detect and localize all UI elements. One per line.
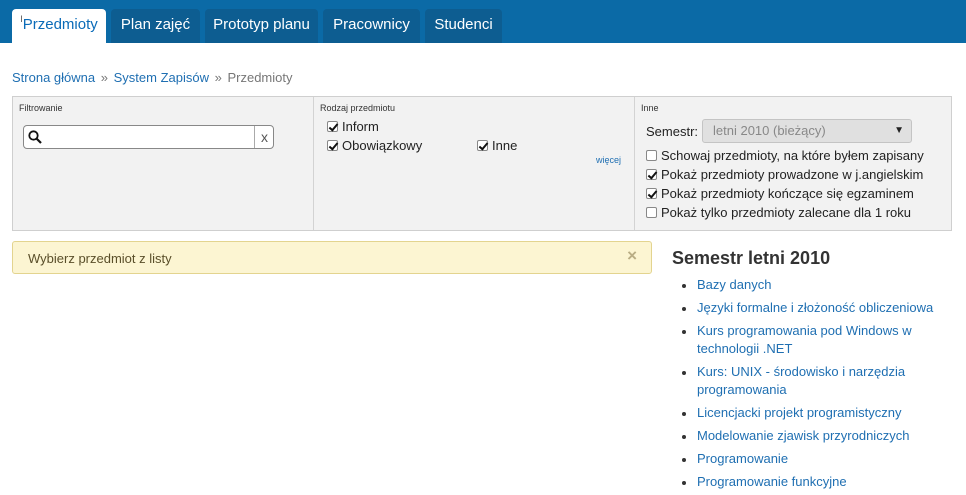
tab-przedmioty[interactable]: IPrzedmioty <box>12 9 106 43</box>
option-hide-enrolled[interactable]: Schowaj przedmioty, na które byłem zapis… <box>646 148 924 163</box>
breadcrumb-current: Przedmioty <box>227 70 293 85</box>
semester-select-value: letni 2010 (bieżący) <box>713 123 826 138</box>
course-link[interactable]: Bazy danych <box>697 277 771 292</box>
course-link[interactable]: Kurs: UNIX - środowisko i narzędzia prog… <box>697 364 905 397</box>
checkbox[interactable] <box>646 207 657 218</box>
section-title: Filtrowanie <box>19 103 63 113</box>
list-item: Programowanie funkcyjne <box>680 473 950 491</box>
tab-pracownicy[interactable]: Pracownicy <box>323 9 420 43</box>
type-option-inne[interactable]: Inne <box>477 138 517 153</box>
checkbox[interactable] <box>646 188 657 199</box>
course-list: Bazy danych Języki formalne i złożoność … <box>680 276 950 495</box>
filter-panel: Filtrowanie x Rodzaj przedmiotu Inform O… <box>12 96 952 231</box>
checkbox[interactable] <box>477 140 488 151</box>
tab-label: Pracownicy <box>333 16 410 33</box>
option-label: Pokaż tylko przedmioty zalecane dla 1 ro… <box>661 205 912 220</box>
list-item: Języki formalne i złożoność obliczeniowa <box>680 299 950 317</box>
course-link[interactable]: Programowanie funkcyjne <box>697 474 847 489</box>
breadcrumb-separator: » <box>100 70 108 85</box>
course-link[interactable]: Licencjacki projekt programistyczny <box>697 405 901 420</box>
option-exam[interactable]: Pokaż przedmioty kończące się egzaminem <box>646 186 914 201</box>
breadcrumb: Strona główna » System Zapisów » Przedmi… <box>12 70 293 85</box>
list-item: Kurs programowania pod Windows w technol… <box>680 322 950 358</box>
search-box: x <box>23 125 274 149</box>
tab-label: Studenci <box>434 16 493 33</box>
list-item: Kurs: UNIX - środowisko i narzędzia prog… <box>680 363 950 399</box>
section-title: Rodzaj przedmiotu <box>320 103 396 113</box>
list-item: Programowanie <box>680 450 950 468</box>
breadcrumb-separator: » <box>214 70 222 85</box>
tab-label: Prototyp planu <box>213 16 310 33</box>
semester-label: Semestr: <box>646 124 699 139</box>
tab-label: Plan zajęć <box>120 16 191 33</box>
alert-message: Wybierz przedmiot z listy <box>28 251 172 266</box>
checkbox[interactable] <box>646 169 657 180</box>
checkbox[interactable] <box>327 121 338 132</box>
option-label: Pokaż przedmioty prowadzone w j.angielsk… <box>661 167 924 182</box>
semester-select[interactable]: letni 2010 (bieżący) ▼ <box>702 119 912 143</box>
type-option-inform[interactable]: Inform <box>327 119 379 134</box>
option-label: Inne <box>492 138 518 153</box>
breadcrumb-system-link[interactable]: System Zapisów <box>114 70 209 85</box>
filter-other-section: Inne Semestr: letni 2010 (bieżący) ▼ Sch… <box>635 97 951 230</box>
course-link[interactable]: Modelowanie zjawisk przyrodniczych <box>697 428 909 443</box>
tab-label: Przedmioty <box>22 16 98 33</box>
filter-search-section: Filtrowanie x <box>13 97 314 230</box>
section-title: Inne <box>641 103 659 113</box>
type-option-obowiazkowy[interactable]: Obowiązkowy <box>327 138 422 153</box>
course-link[interactable]: Kurs programowania pod Windows w technol… <box>697 323 912 356</box>
semester-title: Semestr letni 2010 <box>672 248 831 268</box>
filter-type-section: Rodzaj przedmiotu Inform Obowiązkowy Inn… <box>314 97 635 230</box>
tab-plan-zajec[interactable]: Plan zajęć <box>111 9 200 43</box>
clear-search-button[interactable]: x <box>254 126 274 148</box>
more-link[interactable]: więcej <box>596 155 621 165</box>
option-label: Pokaż przedmioty kończące się egzaminem <box>661 186 914 201</box>
info-alert: Wybierz przedmiot z listy × <box>12 241 652 274</box>
chevron-down-icon: ▼ <box>894 125 904 136</box>
checkbox[interactable] <box>646 150 657 161</box>
list-item: Licencjacki projekt programistyczny <box>680 404 950 422</box>
breadcrumb-home-link[interactable]: Strona główna <box>12 70 95 85</box>
tab-studenci[interactable]: Studenci <box>425 9 502 43</box>
option-english[interactable]: Pokaż przedmioty prowadzone w j.angielsk… <box>646 167 923 182</box>
course-link[interactable]: Języki formalne i złożoność obliczeniowa <box>697 300 933 315</box>
list-item: Bazy danych <box>680 276 950 294</box>
search-input[interactable] <box>46 128 252 146</box>
option-label: Schowaj przedmioty, na które byłem zapis… <box>661 148 924 163</box>
list-item: Modelowanie zjawisk przyrodniczych <box>680 427 950 445</box>
option-label: Obowiązkowy <box>342 138 423 153</box>
tab-prototyp-planu[interactable]: Prototyp planu <box>205 9 318 43</box>
top-nav-bar: IPrzedmioty Plan zajęć Prototyp planu Pr… <box>0 0 966 43</box>
close-icon[interactable]: × <box>627 246 637 266</box>
checkbox[interactable] <box>327 140 338 151</box>
option-first-year[interactable]: Pokaż tylko przedmioty zalecane dla 1 ro… <box>646 205 911 220</box>
option-label: Inform <box>342 119 379 134</box>
search-icon <box>28 130 42 144</box>
course-link[interactable]: Programowanie <box>697 451 788 466</box>
